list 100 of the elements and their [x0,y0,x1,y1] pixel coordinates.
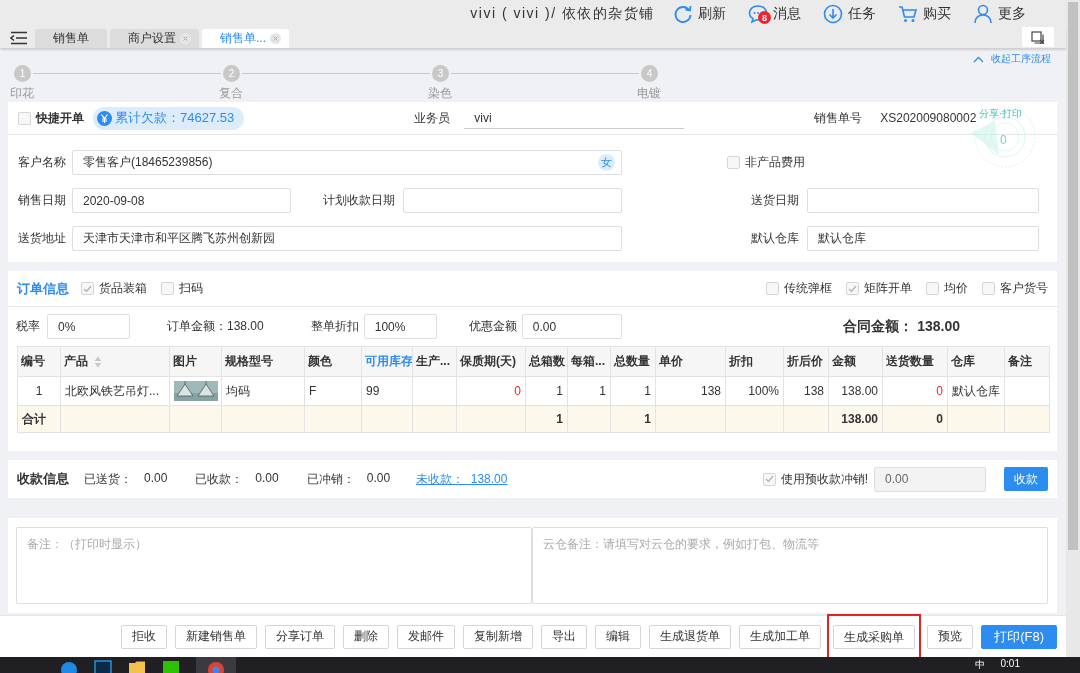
yen-icon [97,110,112,126]
column-header: 折扣 [725,346,784,377]
action-button[interactable]: 生成采购单 [833,625,916,649]
checkbox[interactable] [846,282,859,295]
total-cell: 1 [644,412,651,426]
table-cell: 1 [556,384,563,398]
input-field[interactable]: 天津市天津市和平区腾飞苏州创新园 [72,226,622,251]
input-field[interactable]: 0% [47,314,130,339]
field-label: 销售日期 [17,192,67,209]
column-header[interactable]: 产品 [60,346,170,377]
menu-icon[interactable] [10,31,28,45]
input-field[interactable] [807,188,1039,213]
order-number: XS202009080002 [880,111,977,125]
action-button[interactable]: 新建销售单 [175,624,258,649]
input-field[interactable]: 0.00 [521,314,622,339]
input-field[interactable]: vivi [464,107,685,129]
checkbox[interactable] [926,282,939,295]
table-cell: 0 [936,384,943,398]
column-header: 仓库 [947,346,1005,377]
table-cell: 北欧风铁艺吊灯... [65,383,159,398]
browser-icon[interactable] [60,659,78,673]
action-button[interactable]: 预览 [927,624,974,649]
tab[interactable]: 销售单... [202,29,289,48]
input-field[interactable]: 100% [363,314,437,339]
input-method-indicator[interactable]: 中 [974,658,985,672]
field-label: 销售单号 [814,109,863,127]
section-title: 收款信息 [17,470,69,488]
action-button[interactable]: 复制新增 [463,624,534,649]
amount-value: 0.00 [366,470,391,487]
checkbox[interactable] [766,282,779,295]
action-button[interactable]: 拒收 [121,624,168,649]
checkbox-label: 扫码 [179,280,203,297]
action-button[interactable]: 发邮件 [397,624,456,649]
notification-badge: 8 [758,11,771,24]
browser-icon[interactable] [196,657,236,673]
table-cell: 138 [700,384,721,398]
account-label: vivi ( vivi )/ 依依的杂货铺 [470,5,655,23]
close-icon[interactable] [270,33,281,44]
column-header: 保质期(天) [456,346,526,377]
table-cell: 138 [803,384,824,398]
checkbox[interactable] [762,472,776,486]
column-header: 每箱... [567,346,611,377]
checkbox[interactable] [982,282,995,295]
total-cell: 合计 [22,411,46,426]
column-header: 编号 [17,346,61,377]
scrollbar-thumb[interactable] [1068,2,1078,550]
table-cell: 1 [599,384,606,398]
unpaid-link[interactable]: 未收款： 138.00 [416,470,508,488]
action-button[interactable]: 删除 [343,624,390,649]
refresh-icon [673,4,693,24]
remark-field[interactable]: 备注：（打印时显示） [16,527,532,604]
input-field[interactable]: 默认仓库 [807,226,1039,251]
action-button[interactable]: 生成退货单 [649,624,732,649]
checkbox[interactable] [727,156,740,169]
field-label: 税率 [16,318,40,335]
header-button[interactable]: 购买 [898,4,951,24]
header-button[interactable]: 任务 [823,4,876,24]
checkbox[interactable] [81,282,94,295]
action-button[interactable]: 导出 [541,624,588,649]
field-label: 送货日期 [750,192,800,209]
action-button[interactable]: 分享订单 [265,624,336,649]
debt-badge: 累计欠款：74627.53 [93,106,245,130]
column-header: 生产... [412,346,457,377]
section-title: 订单信息 [17,279,69,298]
cloud-remark-field[interactable]: 云仓备注：请填写对云仓的要求，例如打包、物流等 [532,527,1048,604]
tab[interactable]: 销售单 [35,29,107,48]
chevron-up-icon [973,55,984,63]
checkbox-label: 传统弹框 [784,280,832,297]
action-button[interactable]: 生成加工单 [739,624,822,649]
column-header: 总箱数 [525,346,568,377]
input-field[interactable]: 0.00 [874,466,986,492]
tab[interactable]: 商户设置 [110,29,199,48]
check-icon [764,475,774,483]
action-button[interactable]: 编辑 [595,624,642,649]
header-button[interactable]: 8 消息 [748,4,801,24]
column-header: 送货数量 [882,346,948,377]
step-label: 印花 [10,85,34,102]
step-label: 电镀 [637,85,661,102]
input-field[interactable]: 零售客户(18465239856) 女 [72,150,622,175]
table-cell: 默认仓库 [952,383,1000,398]
checkbox[interactable] [161,282,174,295]
header-button[interactable]: 刷新 [673,4,726,24]
total-cell: 138.00 [841,412,878,426]
column-header: 图片 [169,346,222,377]
stamp-count: 0 [1000,133,1007,147]
close-all-icon[interactable] [1031,30,1045,44]
table-cell: F [309,384,317,398]
sort-icon[interactable] [94,355,102,368]
input-field[interactable] [403,188,622,213]
close-icon[interactable] [180,33,191,44]
checkbox-label: 快捷开单 [36,109,84,127]
checkbox[interactable] [18,111,31,125]
header-button[interactable]: 更多 [973,4,1026,24]
input-field[interactable]: 2020-09-08 [72,188,291,213]
field-label: 优惠金额 [468,318,517,335]
table-cell: 1 [644,384,651,398]
column-header: 单价 [655,346,726,377]
field-label: 默认仓库 [750,230,800,247]
total-cell: 1 [556,412,563,426]
clock: 0:01 [1000,658,1020,669]
